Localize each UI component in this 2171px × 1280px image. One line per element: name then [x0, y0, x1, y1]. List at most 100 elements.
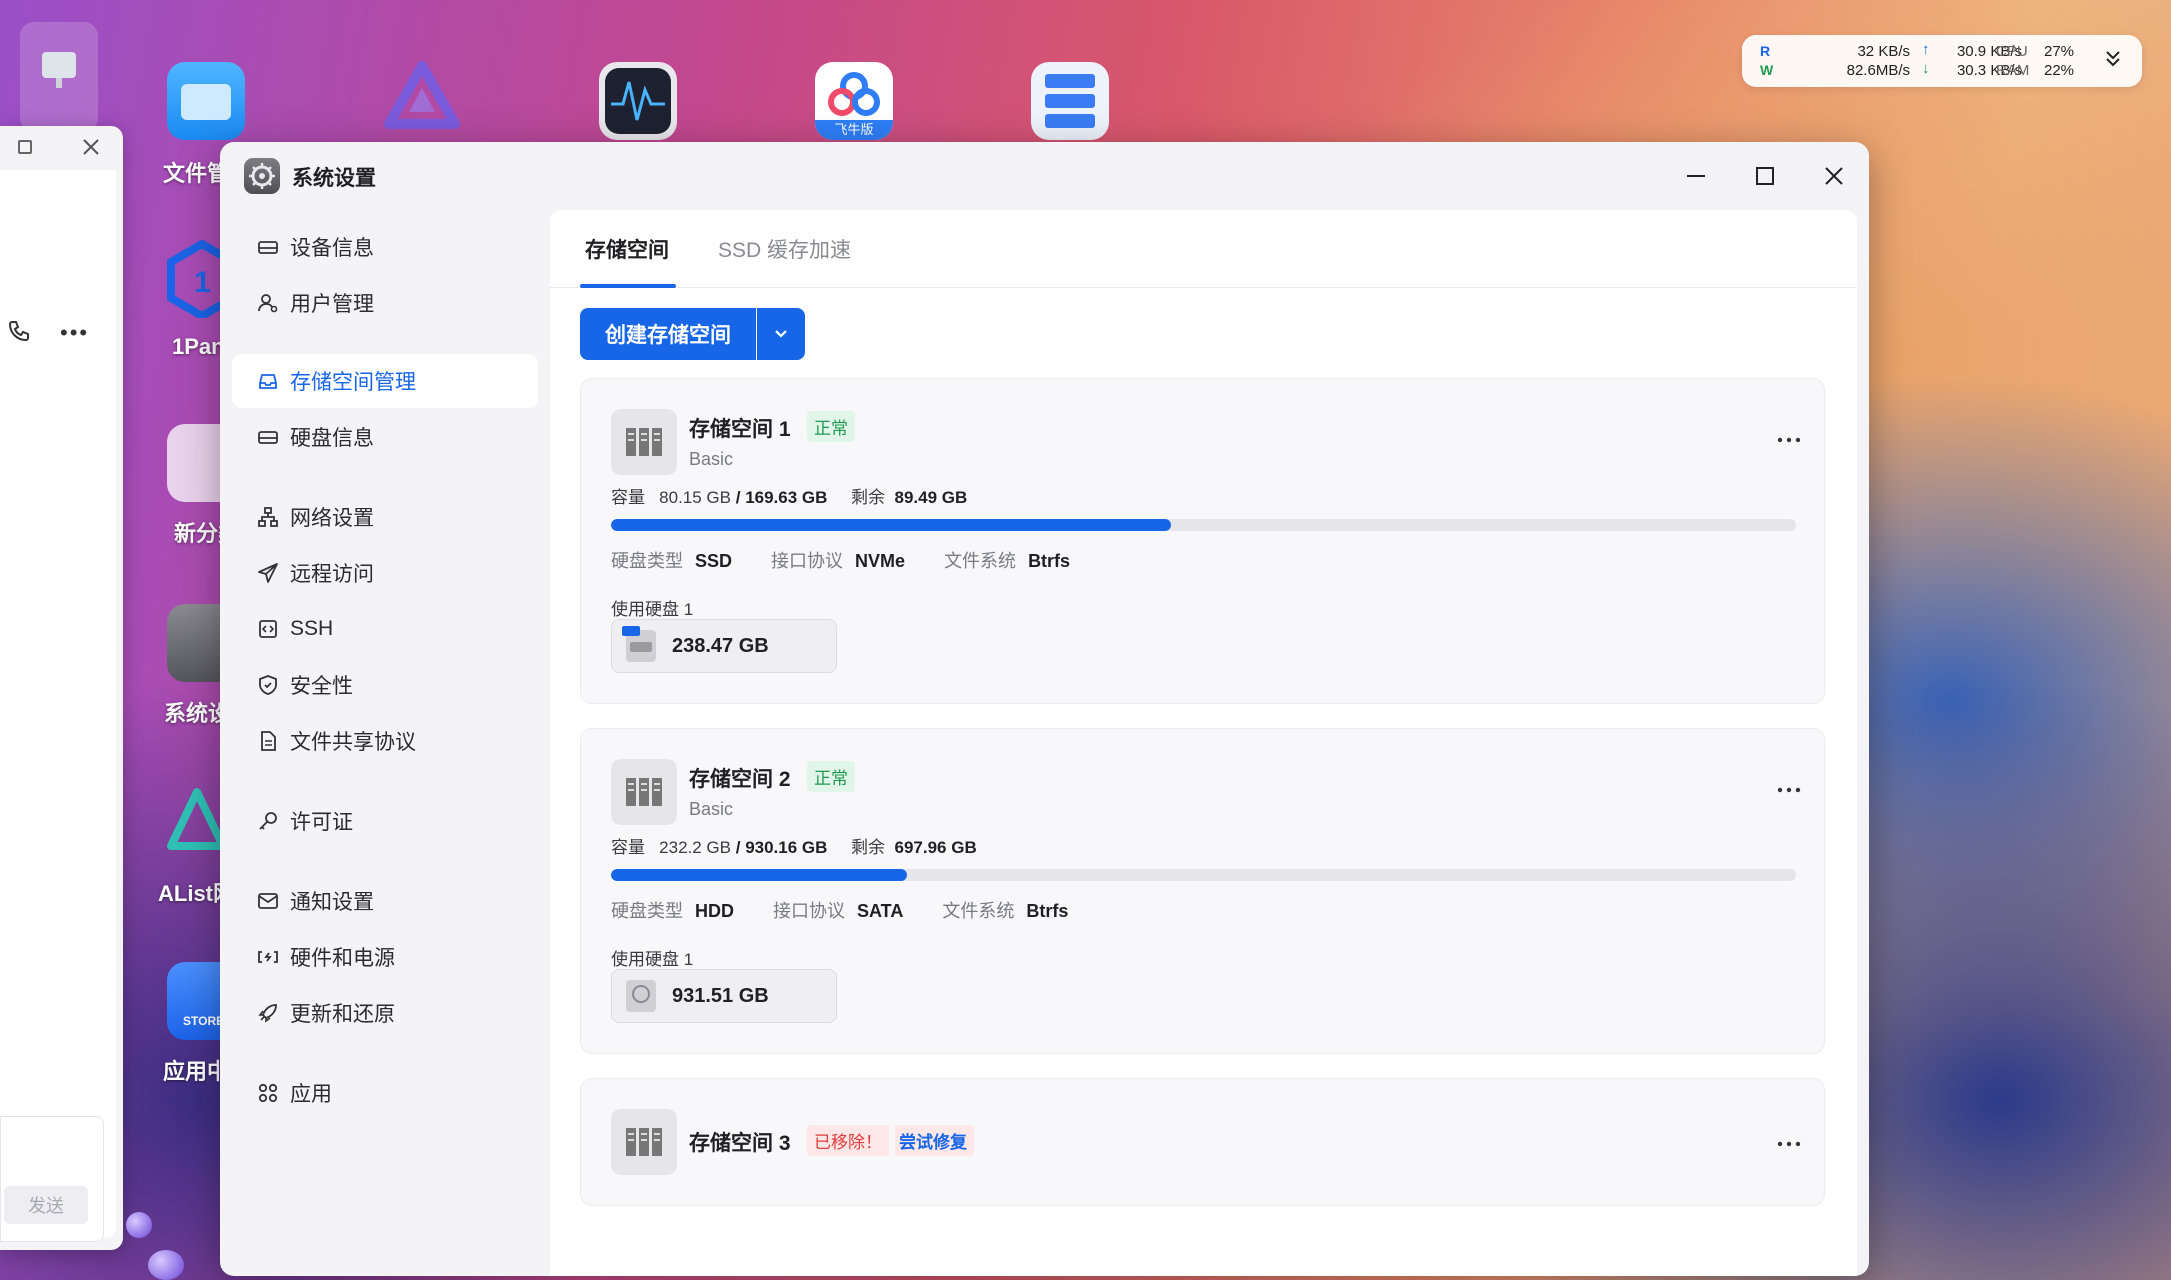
sidebar-item-label: 更新和还原 [290, 1003, 395, 1026]
disk-size: 931.51 GB [672, 985, 769, 1007]
user-icon [258, 294, 278, 313]
device-icon [258, 241, 278, 254]
close-icon[interactable] [80, 136, 102, 158]
sidebar-item-file-sharing[interactable]: 文件共享协议 [232, 714, 538, 768]
sidebar-item-device-info[interactable]: 设备信息 [232, 220, 538, 274]
apps-icon [258, 1083, 278, 1103]
pool-name: 存储空间 3 [689, 1132, 791, 1155]
create-storage-button[interactable]: 创建存储空间 [580, 308, 756, 360]
status-badge: 正常 [807, 761, 855, 792]
desktop-label-settings: 系统设 [164, 701, 220, 726]
cloud-logo-icon [828, 72, 880, 116]
monitor-icon[interactable] [42, 52, 76, 78]
remaining-label: 剩余 [851, 838, 886, 857]
pool-raid-type: Basic [689, 449, 734, 469]
storage-pool-icon [611, 409, 677, 475]
filesystem-value: Btrfs [1028, 551, 1071, 571]
storage-pool-card-3: 存储空间 3 已移除！ 尝试修复 [580, 1078, 1825, 1206]
feiniu-app-icon[interactable]: 飞牛版 [815, 62, 893, 140]
desktop-label-1panel: 1Pan [172, 334, 220, 359]
sidebar-item-users[interactable]: 用户管理 [232, 276, 538, 330]
expand-chevron-icon[interactable] [2104, 49, 2122, 73]
sidebar-item-storage[interactable]: 存储空间管理 [232, 354, 538, 408]
capacity-total: 930.16 GB [745, 838, 828, 857]
status-badge: 正常 [807, 411, 855, 442]
ram-value: 22% [2044, 62, 2075, 79]
close-button[interactable] [1818, 160, 1850, 192]
disk-read-value: 32 KB/s [1857, 43, 1910, 60]
disk-chip[interactable]: 238.47 GB [611, 619, 837, 673]
storage-pool-icon [611, 1109, 677, 1175]
disk-type-value: HDD [695, 901, 734, 921]
sidebar-item-hardware-power[interactable]: 硬件和电源 [232, 930, 538, 984]
sidebar-item-disk-info[interactable]: 硬盘信息 [232, 410, 538, 464]
storage-tabs: 存储空间 SSD 缓存加速 [550, 210, 1857, 288]
window-title: 系统设置 [292, 167, 376, 190]
sidebar-item-security[interactable]: 安全性 [232, 658, 538, 712]
status-badge-removed: 已移除！ [807, 1125, 889, 1156]
rocket-icon [258, 1004, 277, 1023]
server-app-icon[interactable] [1031, 62, 1109, 140]
send-button[interactable]: 发送 [4, 1186, 88, 1224]
mail-icon [258, 893, 278, 909]
sidebar-item-remote-access[interactable]: 远程访问 [232, 546, 538, 600]
more-options-button[interactable] [1769, 425, 1809, 455]
filesystem-label: 文件系统 [944, 551, 1017, 571]
disk-type-label: 硬盘类型 [611, 901, 683, 921]
maximize-button[interactable] [1749, 160, 1781, 192]
settings-gear-icon [244, 158, 280, 194]
sidebar-item-label: 许可证 [290, 811, 353, 834]
try-repair-link[interactable]: 尝试修复 [895, 1125, 974, 1156]
tab-storage-space[interactable]: 存储空间 [585, 234, 669, 264]
more-icon [1777, 787, 1801, 793]
wallpaper-bubble [148, 1250, 184, 1280]
maximize-icon[interactable] [18, 140, 32, 154]
sidebar-item-update-restore[interactable]: 更新和还原 [232, 986, 538, 1040]
tab-ssd-cache[interactable]: SSD 缓存加速 [718, 234, 851, 264]
disk-type-value: SSD [695, 551, 733, 571]
sidebar-item-notifications[interactable]: 通知设置 [232, 874, 538, 928]
capacity-label: 容量 [611, 838, 645, 857]
alist-app-icon[interactable] [167, 786, 227, 858]
disk-type-label: 硬盘类型 [611, 551, 683, 571]
usage-bar [611, 519, 1796, 531]
desktop-dock [20, 22, 98, 132]
interface-value: SATA [857, 901, 904, 921]
sidebar-item-apps[interactable]: 应用 [232, 1066, 538, 1120]
minimize-button[interactable] [1680, 160, 1712, 192]
disk-chip[interactable]: 931.51 GB [611, 969, 837, 1023]
storage-pool-icon [611, 759, 677, 825]
sidebar-item-label: 存储空间管理 [290, 371, 416, 394]
folder-icon [181, 84, 231, 120]
sidebar-item-network[interactable]: 网络设置 [232, 490, 538, 544]
system-settings-window: 系统设置 设备信息 用户管理 存储空间管理 硬盘信息 网络设置 远程访问 SSH… [220, 142, 1869, 1276]
usage-bar [611, 869, 1796, 881]
system-monitor-widget[interactable]: R W 32 KB/s 82.6MB/s ↑ ↓ 30.9 KB/s 30.3 … [1742, 35, 2142, 87]
desktop-label-files: 文件管 [163, 161, 223, 186]
download-arrow-icon: ↓ [1922, 60, 1930, 77]
phone-icon[interactable] [6, 318, 32, 344]
filesystem-label: 文件系统 [942, 901, 1015, 921]
sidebar-item-ssh[interactable]: SSH [232, 602, 538, 656]
resource-monitor-app-icon[interactable] [599, 62, 677, 140]
capacity-row: 容量 232.2 GB / 930.16 GB 剩余 697.96 GB [611, 838, 977, 857]
more-icon [1777, 1141, 1801, 1147]
sidebar-item-label: 用户管理 [290, 293, 374, 316]
file-manager-app-icon[interactable] [167, 62, 245, 140]
remaining-value: 697.96 GB [894, 838, 977, 857]
disk-size: 238.47 GB [672, 635, 769, 657]
hdd-icon [626, 980, 656, 1012]
active-tab-indicator [580, 284, 676, 288]
more-options-button[interactable] [1769, 1129, 1809, 1159]
sidebar-item-license[interactable]: 许可证 [232, 794, 538, 848]
usage-bar-fill [611, 519, 1171, 531]
more-icon[interactable]: ••• [60, 322, 89, 344]
disk-write-value: 82.6MB/s [1846, 62, 1910, 79]
capacity-total: 169.63 GB [745, 488, 828, 507]
create-storage-dropdown[interactable] [757, 308, 805, 360]
more-options-button[interactable] [1769, 775, 1809, 805]
more-icon [1777, 437, 1801, 443]
write-label: W [1760, 62, 1774, 78]
remaining-label: 剩余 [851, 488, 886, 507]
triangle-app-icon[interactable] [383, 58, 461, 136]
